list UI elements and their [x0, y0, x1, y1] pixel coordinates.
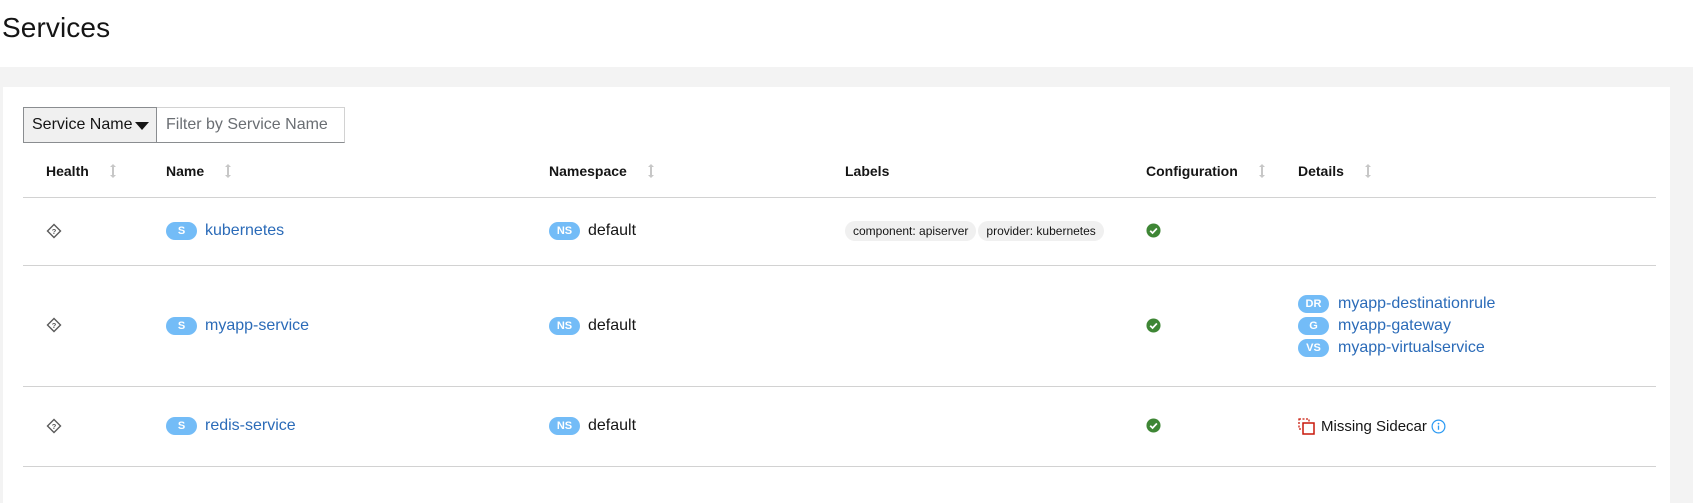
check-circle-icon — [1146, 223, 1161, 238]
service-badge: S — [166, 417, 197, 435]
table-header-row: Health Name Namespace Labels Configurati… — [23, 143, 1656, 198]
destinationrule-badge: DR — [1298, 294, 1329, 313]
column-header-name[interactable]: Name — [166, 143, 549, 198]
detail-item: DR myapp-destinationrule — [1298, 293, 1656, 315]
column-header-namespace[interactable]: Namespace — [549, 143, 845, 198]
svg-text:?: ? — [52, 321, 57, 330]
namespace-value: default — [588, 316, 637, 334]
sort-icon — [109, 163, 116, 178]
namespace-value: default — [588, 417, 637, 434]
missing-sidecar-icon — [1298, 417, 1315, 435]
gateway-link[interactable]: myapp-gateway — [1338, 317, 1451, 334]
check-circle-icon — [1146, 318, 1161, 333]
table-row: ? Smyapp-service NS default DR myapp-desti… — [23, 265, 1656, 387]
filter-type-select[interactable]: Service Name — [23, 107, 157, 143]
detail-item: VS myapp-virtualservice — [1298, 337, 1656, 359]
table-row: ? Skubernetes NS default component: apise… — [23, 197, 1656, 266]
details-cell: Missing Sidecar — [1298, 386, 1656, 467]
column-header-health[interactable]: Health — [23, 143, 166, 198]
page-header: Services — [0, 0, 1693, 67]
namespace-badge: NS — [549, 316, 580, 335]
svg-text:?: ? — [52, 422, 57, 431]
service-link[interactable]: kubernetes — [205, 222, 284, 239]
namespace-value: default — [588, 222, 637, 239]
table-row: ? Sredis-service NS default Missing Sidec… — [23, 386, 1656, 467]
column-header-details[interactable]: Details — [1298, 143, 1656, 198]
virtualservice-link[interactable]: myapp-virtualservice — [1338, 339, 1485, 356]
info-icon[interactable] — [1431, 419, 1446, 434]
svg-text:?: ? — [52, 227, 57, 236]
unknown-health-icon: ? — [46, 223, 62, 239]
services-table: Health Name Namespace Labels Configurati… — [23, 143, 1656, 467]
filter-type-label: Service Name — [32, 116, 133, 133]
namespace-badge: NS — [549, 222, 580, 240]
virtualservice-badge: VS — [1298, 338, 1329, 357]
column-header-configuration[interactable]: Configuration — [1146, 143, 1298, 198]
missing-sidecar: Missing Sidecar — [1298, 418, 1656, 435]
detail-item: Gmyapp-gateway — [1298, 315, 1656, 337]
label-chip: component: apiserver — [845, 221, 977, 241]
details-cell: DR myapp-destinationrule Gmyapp-gateway V… — [1298, 265, 1656, 387]
service-badge: S — [166, 316, 197, 335]
service-link[interactable]: myapp-service — [205, 317, 309, 334]
missing-sidecar-label: Missing Sidecar — [1321, 417, 1427, 435]
sort-icon — [225, 163, 232, 178]
service-badge: S — [166, 222, 197, 240]
check-circle-icon — [1146, 418, 1161, 433]
destinationrule-link[interactable]: myapp-destinationrule — [1338, 295, 1495, 312]
sort-icon — [647, 163, 654, 178]
caret-down-icon — [135, 122, 150, 130]
sort-icon — [1258, 163, 1265, 178]
services-card: Service Name Health Name Namespace — [3, 87, 1670, 503]
unknown-health-icon: ? — [46, 317, 62, 333]
column-header-labels: Labels — [845, 143, 1146, 198]
gateway-badge: G — [1298, 316, 1329, 335]
filter-input[interactable] — [157, 107, 345, 143]
filter-toolbar: Service Name — [23, 107, 345, 143]
label-chip: provider: kubernetes — [978, 221, 1104, 241]
sort-icon — [1364, 163, 1371, 178]
page-title: Services — [2, 12, 111, 43]
namespace-badge: NS — [549, 417, 580, 435]
service-link[interactable]: redis-service — [205, 417, 296, 434]
unknown-health-icon: ? — [46, 418, 62, 434]
